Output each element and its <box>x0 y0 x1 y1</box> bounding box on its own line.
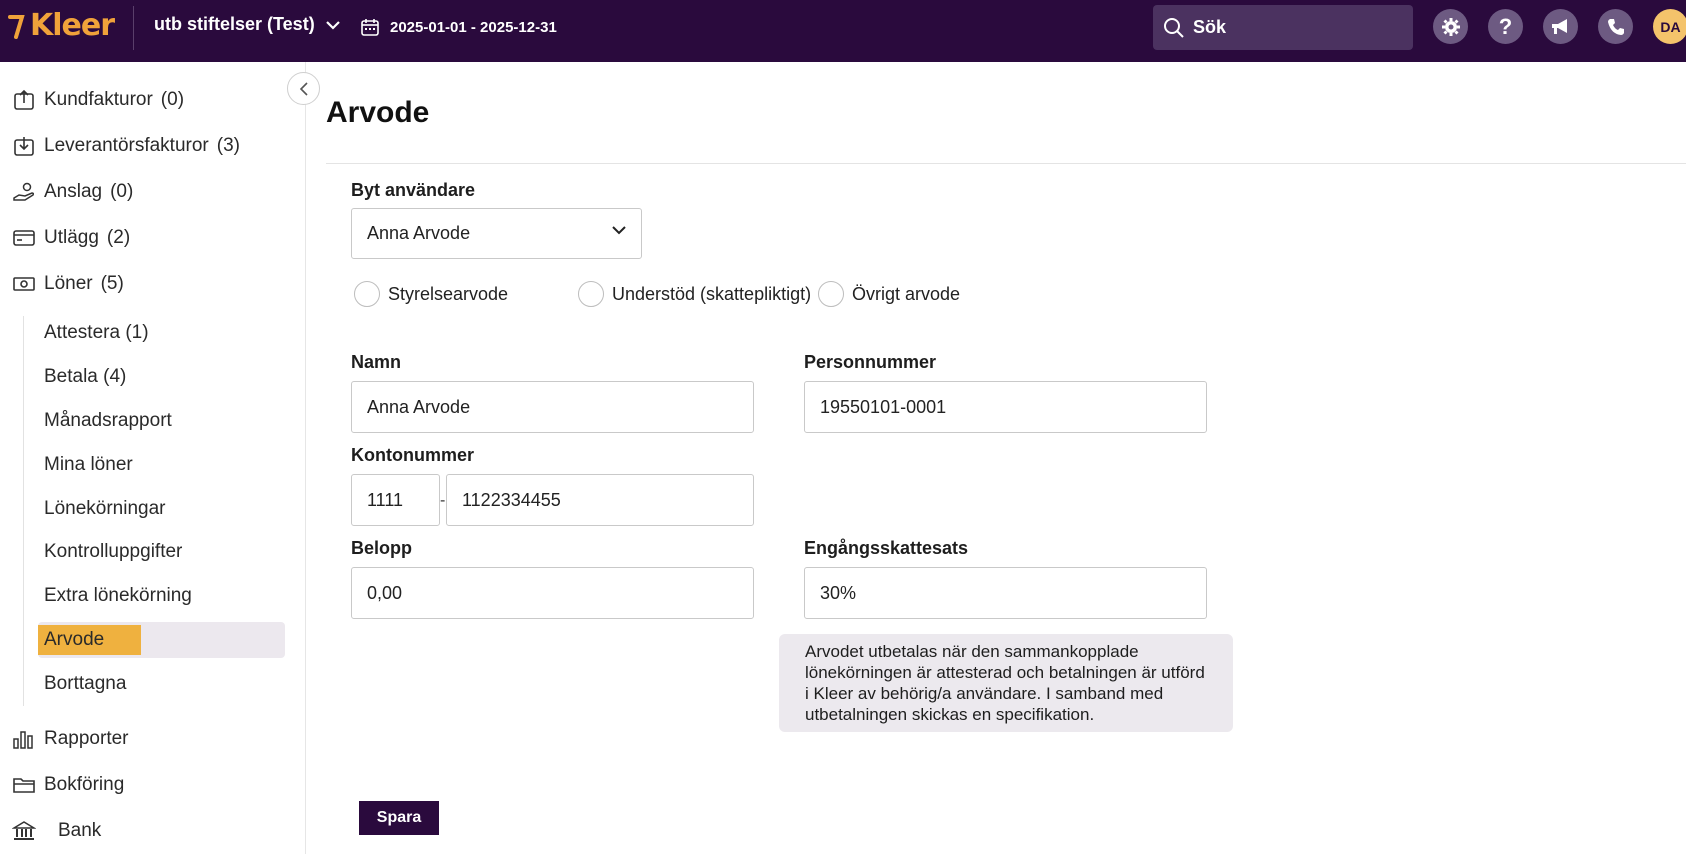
period-selector[interactable]: 2025-01-01 - 2025-12-31 <box>360 17 557 37</box>
organization-name: utb stiftelser (Test) <box>154 14 315 34</box>
kleer-logo[interactable]: Kleer <box>8 8 115 43</box>
personal-number-value: 19550101-0001 <box>820 396 947 417</box>
logo-mark-icon <box>8 14 25 39</box>
cash-icon <box>13 277 35 291</box>
sidebar-subitem-betala[interactable]: Betala (4) <box>44 366 126 388</box>
account-separator: - <box>440 492 446 509</box>
personal-number-field[interactable]: 19550101-0001 <box>804 381 1207 433</box>
sidebar-item-count: (3) <box>216 135 240 156</box>
sidebar-item-loner[interactable]: Löner (5) <box>12 272 124 296</box>
sidebar-item-label: Kundfakturor <box>44 89 153 110</box>
sidebar-subitem-mina-loner[interactable]: Mina löner <box>44 454 133 476</box>
change-user-value: Anna Arvode <box>367 223 471 243</box>
account-number-field[interactable]: 1122334455 <box>446 474 754 526</box>
account-number-label: Kontonummer <box>351 445 474 465</box>
tax-rate-field[interactable]: 30% <box>804 567 1207 619</box>
sidebar-subitem-kontrolluppgifter[interactable]: Kontrolluppgifter <box>44 541 182 563</box>
radio-circle[interactable] <box>578 281 604 307</box>
chevron-down-icon <box>612 226 626 235</box>
sidebar-item-anslag[interactable]: Anslag (0) <box>12 180 133 204</box>
calendar-icon <box>361 19 379 36</box>
search-box[interactable]: Sök <box>1153 5 1413 50</box>
sidebar-item-bokforing[interactable]: Bokföring <box>12 773 124 797</box>
name-label: Namn <box>351 352 402 372</box>
change-user-label: Byt användare <box>351 180 476 200</box>
radio-label: Understöd (skattepliktigt) <box>612 283 812 304</box>
sidebar-item-count: (5) <box>100 273 124 294</box>
clearing-number-field[interactable]: 1111 <box>351 474 440 526</box>
radio-styrelsearvode[interactable]: Styrelsearvode <box>354 281 508 307</box>
logo-text: Kleer <box>30 8 115 43</box>
search-label: Sök <box>1193 17 1227 37</box>
folder-icon <box>13 778 35 793</box>
sidebar-item-utlagg[interactable]: Utlägg (2) <box>12 226 130 250</box>
submenu-guide-line <box>23 316 24 706</box>
settings-button[interactable] <box>1433 9 1468 44</box>
sidebar-item-bank[interactable]: Bank <box>12 819 101 843</box>
sidebar-item-label: Utlägg <box>44 227 99 248</box>
card-icon <box>13 230 35 246</box>
collapse-sidebar-button[interactable] <box>287 72 320 105</box>
amount-field[interactable]: 0,00 <box>351 567 754 619</box>
chevron-down-icon <box>325 20 340 30</box>
amount-label: Belopp <box>351 538 412 558</box>
radio-ovrigt-arvode[interactable]: Övrigt arvode <box>818 281 960 307</box>
personal-number-label: Personnummer <box>804 352 937 372</box>
header-divider <box>133 6 134 50</box>
sidebar-item-rapporter[interactable]: Rapporter <box>12 727 129 751</box>
sidebar-subitem-attestera[interactable]: Attestera (1) <box>44 322 149 344</box>
radio-circle[interactable] <box>354 281 380 307</box>
help-button[interactable]: ? <box>1488 9 1523 44</box>
radio-circle[interactable] <box>818 281 844 307</box>
save-button[interactable]: Spara <box>359 801 439 835</box>
account-number-value: 1122334455 <box>462 489 561 510</box>
search-icon <box>1164 17 1184 38</box>
bar-chart-icon <box>13 731 33 749</box>
title-divider <box>326 163 1686 164</box>
radio-understod[interactable]: Understöd (skattepliktigt) <box>578 281 811 307</box>
sidebar-item-label: Löner <box>44 273 93 294</box>
announcements-button[interactable] <box>1543 9 1578 44</box>
help-icon: ? <box>1498 13 1513 39</box>
sidebar-item-count: (0) <box>160 89 185 110</box>
amount-value: 0,00 <box>367 582 403 603</box>
contact-button[interactable] <box>1598 9 1633 44</box>
gear-icon <box>1441 17 1460 36</box>
organization-switcher[interactable]: utb stiftelser (Test) <box>154 14 341 35</box>
radio-label: Styrelsearvode <box>388 283 509 304</box>
info-box: Arvodet utbetalas när den sammankopplade… <box>779 634 1233 732</box>
bank-icon <box>12 821 36 840</box>
tax-rate-value: 30% <box>820 582 857 603</box>
sidebar-subitem-manadsrapport[interactable]: Månadsrapport <box>44 410 172 432</box>
sidebar-item-label: Bokföring <box>44 774 125 795</box>
sidebar-item-label: Leverantörsfakturor <box>44 135 209 156</box>
clearing-number-value: 1111 <box>367 489 404 510</box>
sidebar-item-label: Anslag <box>44 181 103 202</box>
chevron-left-icon <box>299 81 308 96</box>
user-avatar[interactable]: DA <box>1653 9 1686 44</box>
page-title: Arvode <box>326 96 430 129</box>
sidebar-item-kundfakturor[interactable]: Kundfakturor (0) <box>12 88 184 112</box>
sidebar-subitem-borttagna[interactable]: Borttagna <box>44 673 126 695</box>
top-bar: Kleer utb stiftelser (Test) 2025-01-01 -… <box>0 0 1686 62</box>
sidebar-item-label: Rapporter <box>44 728 129 749</box>
sidebar-subitem-extra-lonekorning[interactable]: Extra lönekörning <box>44 585 192 607</box>
megaphone-icon <box>1551 18 1567 34</box>
sidebar-item-label: Bank <box>58 820 102 841</box>
period-range: 2025-01-01 - 2025-12-31 <box>390 18 557 36</box>
grant-hand-icon <box>13 182 35 201</box>
invoice-in-icon <box>14 137 34 156</box>
change-user-select[interactable]: Anna Arvode <box>351 208 642 259</box>
invoice-out-icon <box>14 89 34 110</box>
phone-icon <box>1607 18 1624 35</box>
name-field[interactable]: Anna Arvode <box>351 381 754 433</box>
sidebar-item-count: (0) <box>110 181 134 202</box>
sidebar-item-count: (2) <box>106 227 131 248</box>
tax-rate-label: Engångsskattesats <box>804 538 969 558</box>
sidebar-item-leverantorsfakturor[interactable]: Leverantörsfakturor (3) <box>12 134 240 158</box>
radio-label: Övrigt arvode <box>852 283 961 304</box>
sidebar-subitem-lonekorningar[interactable]: Lönekörningar <box>44 498 165 520</box>
sidebar-subitem-arvode[interactable]: Arvode <box>44 629 104 651</box>
name-value: Anna Arvode <box>367 396 471 417</box>
